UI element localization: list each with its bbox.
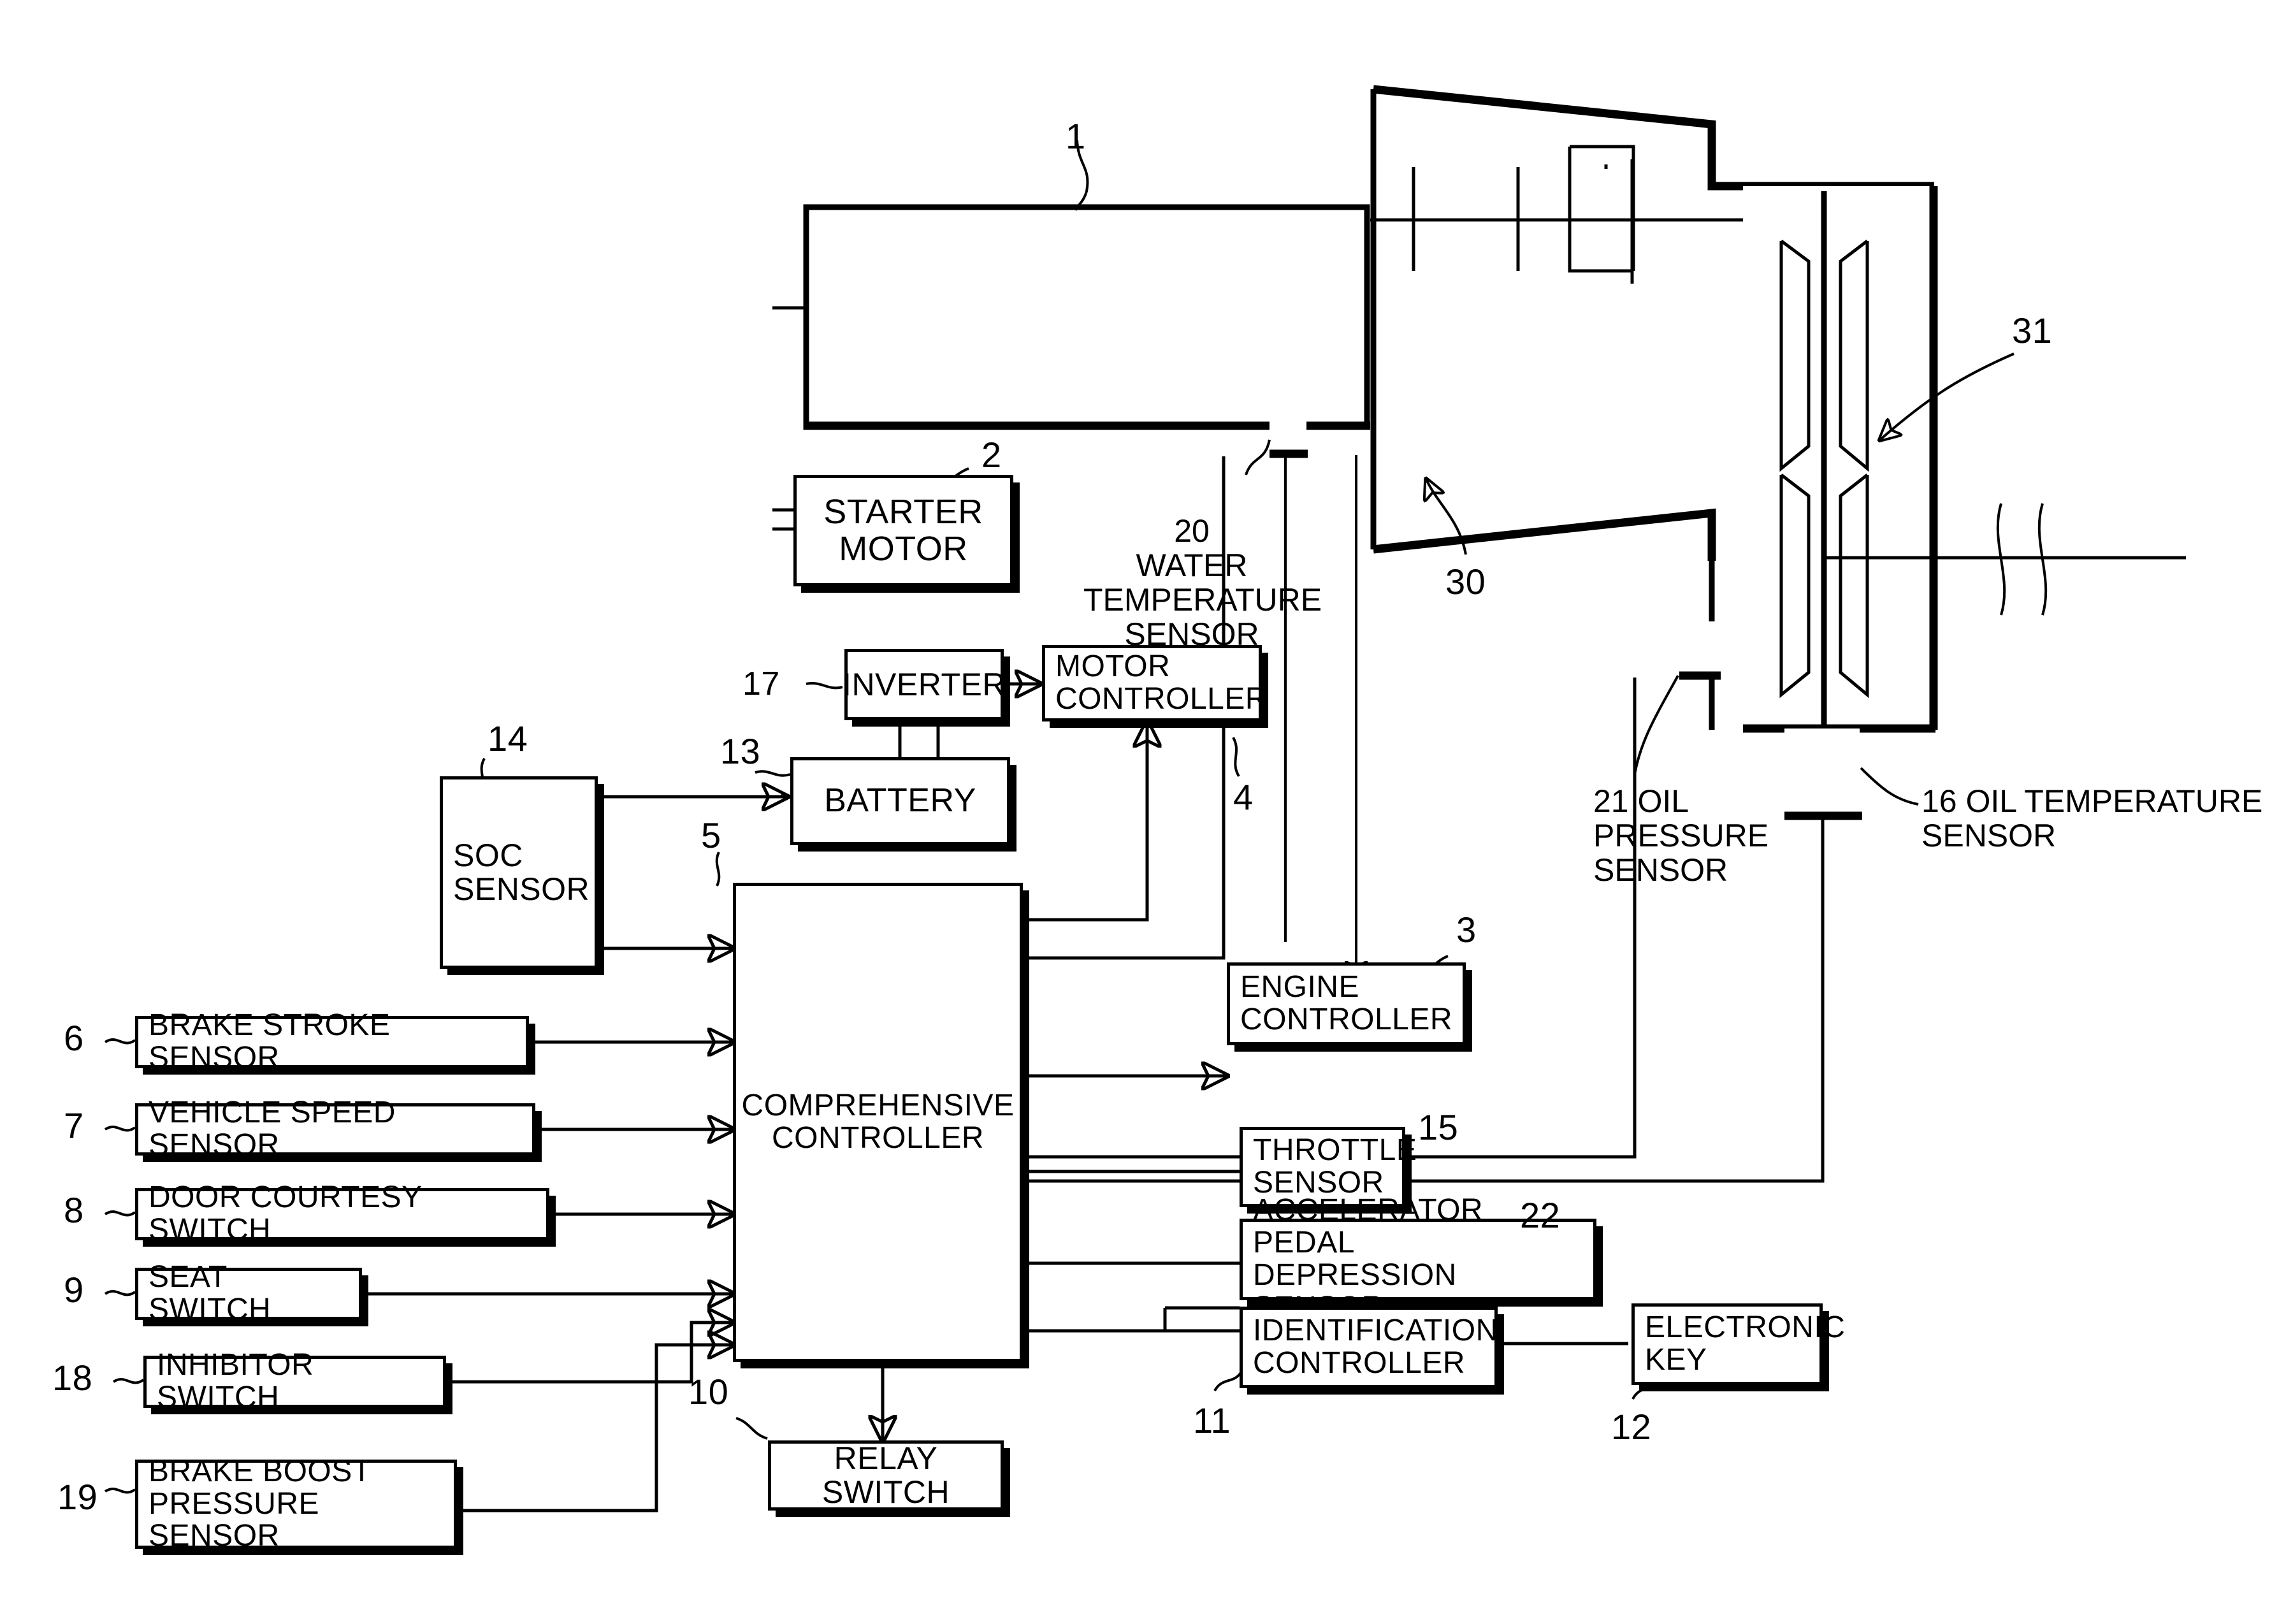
engine-controller-label: ENGINE CONTROLLER bbox=[1240, 970, 1453, 1036]
electronic-key-label: ELECTRONIC KEY bbox=[1645, 1310, 1846, 1377]
battery-label: BATTERY bbox=[824, 782, 976, 820]
leader-10 bbox=[735, 1417, 768, 1440]
ref-label-vehicle-speed-sensor: 7 bbox=[64, 1105, 84, 1145]
door-courtesy-switch-label: DOOR COURTESY SWITCH bbox=[148, 1180, 422, 1247]
ref-label-battery: 13 bbox=[720, 731, 761, 771]
final-drive-housing bbox=[1743, 186, 2186, 739]
brake-boost-pressure-sensor-label: BRAKE BOOST PRESSURE SENSOR bbox=[148, 1454, 372, 1553]
battery-block[interactable]: BATTERY bbox=[790, 757, 1010, 845]
identification-controller-block[interactable]: IDENTIFICATION CONTROLLER bbox=[1240, 1307, 1498, 1388]
brake-boost-pressure-sensor-block[interactable]: BRAKE BOOST PRESSURE SENSOR bbox=[135, 1455, 457, 1552]
leader-11 bbox=[1213, 1370, 1243, 1392]
relay-switch-block[interactable]: RELAY SWITCH bbox=[768, 1440, 1004, 1511]
soc-sensor-label: SOC SENSOR bbox=[453, 837, 590, 907]
inverter-label: INVERTER bbox=[843, 666, 1006, 702]
ref-label-electronic-key: 12 bbox=[1611, 1407, 1652, 1447]
electronic-key-block[interactable]: ELECTRONIC KEY bbox=[1631, 1303, 1845, 1385]
inverter-block[interactable]: INVERTER bbox=[843, 649, 1005, 720]
throttle-sensor-label: THROTTLE SENSOR bbox=[1253, 1133, 1417, 1200]
figure-canvas: 1 31 30 20 WATER TEMPERATURE SENSOR 21 O… bbox=[0, 0, 2293, 1624]
ref-label-soc-sensor: 14 bbox=[488, 718, 528, 758]
seat-switch-label: SEAT SWITCH bbox=[148, 1260, 271, 1326]
starter-motor-label: STARTER MOTOR bbox=[823, 493, 983, 568]
motor-controller-block[interactable]: MOTOR CONTROLLER bbox=[1042, 645, 1268, 721]
engine-block-outline bbox=[750, 204, 1370, 430]
vehicle-speed-sensor-block[interactable]: VEHICLE SPEED SENSOR bbox=[135, 1096, 535, 1161]
relay-switch-label: RELAY SWITCH bbox=[821, 1440, 950, 1510]
door-courtesy-switch-block[interactable]: DOOR COURTESY SWITCH bbox=[135, 1181, 549, 1246]
ref-label-engine-controller: 3 bbox=[1456, 910, 1477, 950]
leader-7 bbox=[104, 1126, 136, 1132]
comprehensive-controller-block[interactable]: COMPREHENSIVE CONTROLLER bbox=[733, 883, 1023, 1362]
wire-inverter-to-battery bbox=[898, 719, 940, 760]
oil-pressure-sensor-callout: 21 OIL PRESSURE SENSOR bbox=[1593, 783, 1769, 888]
ref-label-door-courtesy-switch: 8 bbox=[64, 1190, 84, 1230]
ref-label-comprehensive-controller: 5 bbox=[701, 815, 721, 855]
seat-switch-block[interactable]: SEAT SWITCH bbox=[135, 1261, 362, 1326]
ref-label-inverter: 17 bbox=[742, 665, 780, 702]
ref-label-relay-switch: 10 bbox=[688, 1372, 729, 1412]
water-temp-sensor-stub bbox=[1269, 409, 1308, 458]
leader-8 bbox=[104, 1210, 136, 1217]
leader-9 bbox=[104, 1290, 136, 1296]
ref-label-brake-stroke-sensor: 6 bbox=[64, 1018, 84, 1058]
ref-label-water-temp: 20 bbox=[1174, 513, 1210, 549]
ref-label-engine: 1 bbox=[1066, 116, 1086, 156]
ref-label-starter-motor: 2 bbox=[981, 435, 1002, 475]
motor-controller-label: MOTOR CONTROLLER bbox=[1055, 649, 1268, 716]
oil-temperature-sensor-callout: 16 OIL TEMPERATURE SENSOR bbox=[1921, 783, 2263, 853]
leader-18 bbox=[112, 1378, 145, 1384]
ref-label-brake-boost-pressure-sensor: 19 bbox=[57, 1477, 98, 1517]
comprehensive-controller-label: COMPREHENSIVE CONTROLLER bbox=[741, 1089, 1015, 1155]
leader-4 bbox=[1232, 737, 1240, 778]
vehicle-speed-sensor-label: VEHICLE SPEED SENSOR bbox=[148, 1096, 396, 1162]
ref-label-transmission: 30 bbox=[1445, 562, 1486, 602]
water-temp-sensor-text: WATER TEMPERATURE SENSOR bbox=[1083, 547, 1322, 652]
wire-comprehensive-enginecontroller bbox=[0, 0, 1227, 1076]
leader-5 bbox=[715, 852, 721, 887]
ref-label-final-drive: 31 bbox=[2012, 310, 2053, 351]
brake-stroke-sensor-label: BRAKE STROKE SENSOR bbox=[148, 1008, 391, 1075]
ref-label-accelerator-pedal-sensor: 22 bbox=[1520, 1195, 1561, 1235]
soc-sensor-block[interactable]: SOC SENSOR bbox=[440, 776, 598, 969]
leader-13 bbox=[755, 770, 791, 777]
starter-motor-block[interactable]: STARTER MOTOR bbox=[793, 475, 1013, 586]
identification-controller-label: IDENTIFICATION CONTROLLER bbox=[1253, 1314, 1498, 1380]
ref-label-motor-controller: 4 bbox=[1233, 777, 1254, 817]
ref-label-seat-switch: 9 bbox=[64, 1270, 84, 1310]
inhibitor-switch-label: INHIBITOR SWITCH bbox=[157, 1348, 314, 1414]
ref-label-identification-controller: 11 bbox=[1193, 1400, 1231, 1440]
ref-label-throttle-sensor: 15 bbox=[1418, 1107, 1459, 1147]
leader-6 bbox=[104, 1038, 136, 1045]
leader-19 bbox=[104, 1488, 136, 1494]
engine-controller-block[interactable]: ENGINE CONTROLLER bbox=[1227, 962, 1466, 1045]
ref-label-inhibitor-switch: 18 bbox=[52, 1358, 93, 1398]
wire-oilpressure-comprehensive bbox=[1026, 678, 1637, 1157]
brake-stroke-sensor-block[interactable]: BRAKE STROKE SENSOR bbox=[135, 1009, 529, 1074]
inhibitor-switch-block[interactable]: INHIBITOR SWITCH bbox=[143, 1349, 446, 1414]
oil-pressure-sensor-stub bbox=[1679, 621, 1721, 680]
wire-comprehensive-motorcontroller bbox=[1023, 722, 1147, 920]
